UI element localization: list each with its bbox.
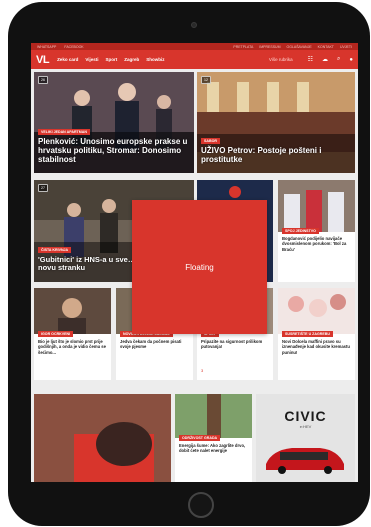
article-title: Bogdanović podijelio navijače dvosmislen… — [282, 236, 347, 252]
main-navbar: VL Zeko card Vijesti Sport Zagreb Showbi… — [31, 50, 358, 69]
nav-link-zeko-card[interactable]: Zeko card — [57, 57, 78, 62]
top-utility-strip: WHATSAPP FACEBOOK PRETPLATA IMPRESSUM OG… — [31, 43, 358, 50]
article-title: Jedva čekam da počnem pisati svoje pjesm… — [120, 339, 182, 350]
nav-link-sport[interactable]: Sport — [106, 57, 118, 62]
comment-count: 26 — [38, 76, 48, 84]
article-image — [278, 288, 355, 334]
article-image — [34, 288, 111, 334]
article-title: Novi Dolcela maffini pravo su iznenađenj… — [282, 339, 350, 355]
article-title: Plenković: Unosimo europske prakse u hrv… — [38, 137, 188, 164]
article-card[interactable]: ODRŽIVOST GRADA Energija šume: Ako zagrl… — [175, 394, 252, 482]
comment-count: 3 — [201, 368, 204, 373]
nav-link-showbiz[interactable]: Showbiz — [146, 57, 164, 62]
ad-banner[interactable]: CIVIC e:HEV — [256, 394, 355, 482]
user-icon[interactable]: ● — [349, 57, 353, 63]
strip-link[interactable]: WHATSAPP — [37, 45, 56, 49]
article-tag: ODRŽIVOST GRADA — [179, 435, 221, 441]
article-card[interactable]: SUSRETIŠTE U ZAGREBU Novi Dolcela maffin… — [278, 288, 355, 380]
article-card[interactable]: 12 SABOR UŽIVO Petrov: Postoje pošteni i… — [197, 72, 355, 173]
nav-link-vijesti[interactable]: Vijesti — [85, 57, 98, 62]
front-camera — [191, 22, 197, 28]
article-tag: VELIKI JEDAN APARTMAN — [38, 129, 90, 135]
more-sections-dropdown[interactable]: Više rubrika — [269, 57, 293, 62]
article-card[interactable] — [34, 394, 171, 482]
article-card[interactable]: IGOR OCRKVENI Bio je ljut što je slomio … — [34, 288, 111, 380]
site-logo[interactable]: VL — [36, 54, 50, 66]
article-card[interactable]: 26 VELIKI JEDAN APARTMAN Plenković: Unos… — [34, 72, 194, 173]
article-image — [34, 394, 171, 482]
floating-overlay[interactable]: Floating — [132, 200, 267, 334]
browser-screen: WHATSAPP FACEBOOK PRETPLATA IMPRESSUM OG… — [31, 43, 358, 482]
comment-count: 27 — [38, 184, 48, 192]
strip-link[interactable]: KONTAKT — [318, 45, 334, 49]
car-image — [266, 448, 344, 474]
article-title: UŽIVO Petrov: Postoje pošteni i prostitu… — [201, 146, 322, 164]
ad-subtitle: e:HEV — [299, 424, 312, 429]
strip-link[interactable]: OGLAŠAVANJE — [287, 45, 312, 49]
article-tag: SABOR — [201, 138, 220, 144]
floating-label: Floating — [185, 262, 214, 272]
article-tag: ČISTA KRIVNJA — [38, 247, 72, 253]
article-tag: SPOJ JEDINSTVO — [282, 228, 319, 234]
nav-link-zagreb[interactable]: Zagreb — [124, 57, 139, 62]
strip-link[interactable]: PRETPLATA — [233, 45, 253, 49]
article-title: Bio je ljut što je slomio prst prije god… — [38, 339, 106, 355]
comment-count: 12 — [201, 76, 211, 84]
ad-brand: CIVIC — [284, 408, 327, 424]
weather-icon[interactable]: ☁ — [322, 56, 328, 63]
strip-link[interactable]: UVJETI — [340, 45, 352, 49]
strip-link[interactable]: FACEBOOK — [64, 45, 83, 49]
search-icon[interactable]: ⌕ — [337, 56, 340, 63]
article-tag: IGOR OCRKVENI — [38, 331, 74, 337]
article-title: Pripazite na sigurnost prilikom putovanj… — [201, 339, 263, 350]
article-title: Energija šume: Ako zagrlite drvo, dobit … — [179, 443, 246, 454]
strip-link[interactable]: IMPRESSUM — [259, 45, 280, 49]
article-tag: SUSRETIŠTE U ZAGREBU — [282, 331, 333, 337]
article-card[interactable]: SPOJ JEDINSTVO Bogdanović podijelio navi… — [278, 180, 355, 282]
article-image — [278, 180, 355, 232]
article-image — [175, 394, 252, 438]
grid-icon[interactable]: ☷ — [308, 56, 313, 63]
home-button[interactable] — [188, 492, 214, 518]
